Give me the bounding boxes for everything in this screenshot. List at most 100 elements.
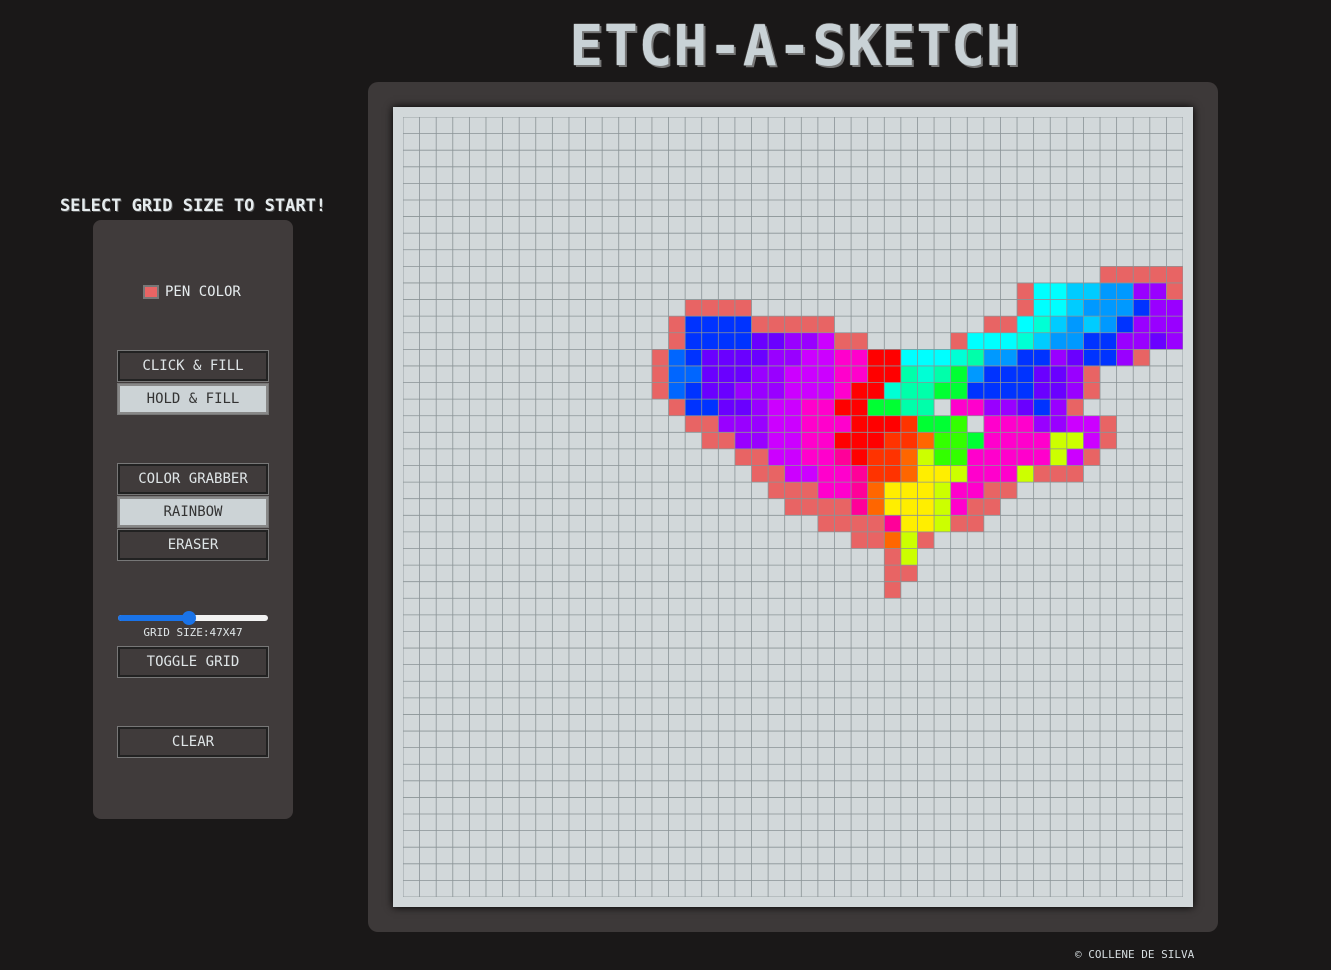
painted-cell [817,432,835,449]
painted-cell [768,448,785,466]
painted-cell [801,415,818,433]
painted-cell [950,349,968,366]
painted-cell [718,299,735,317]
painted-cell [1083,415,1101,433]
painted-cell [1066,448,1084,466]
painted-cell [1017,282,1034,300]
painted-cell [917,349,935,366]
painted-cell [1116,332,1134,350]
painted-cell [784,382,802,400]
painted-cell [884,581,901,599]
painted-cell [651,365,669,383]
painted-cell [1033,432,1051,449]
painted-cell [718,382,735,400]
painted-cell [851,382,868,400]
painted-cell [751,349,769,366]
painted-cell [701,299,719,317]
painted-cell [1050,282,1067,300]
painted-cell [1000,349,1018,366]
painted-cell [1017,349,1034,366]
painted-cell [983,498,1001,516]
painted-cell [751,415,769,433]
app-title: ETCH-A-SKETCH [569,14,1021,79]
painted-cell [917,382,935,400]
grid-size-slider[interactable] [118,611,268,625]
painted-cell [900,448,918,466]
painted-cell [718,399,735,416]
painted-cell [685,332,702,350]
painted-cell [967,349,984,366]
slider-thumb[interactable] [181,611,196,625]
painted-cell [1066,282,1084,300]
painted-cell [1133,266,1150,283]
painted-cell [1100,299,1117,317]
painted-cell [967,482,984,499]
painted-cell [701,349,719,366]
painted-cell [1100,415,1117,433]
eraser-button[interactable]: ERASER [117,529,269,561]
painted-cell [1066,365,1084,383]
painted-cell [867,365,885,383]
painted-cell [1149,316,1167,333]
painted-cell [834,399,852,416]
painted-cell [834,465,852,483]
painted-cell [1116,349,1134,366]
painted-cell [950,515,968,532]
painted-cell [1166,316,1183,333]
painted-cell [817,482,835,499]
click-fill-button[interactable]: CLICK & FILL [117,350,269,382]
painted-cell [917,432,935,449]
painted-cell [1066,432,1084,449]
painted-cell [1050,399,1067,416]
painted-cell [884,498,901,516]
painted-cell [1100,432,1117,449]
painted-cell [934,415,951,433]
painted-cell [900,415,918,433]
painted-cell [1066,332,1084,350]
painted-cell [685,349,702,366]
painted-cell [801,498,818,516]
painted-cell [718,365,735,383]
painted-cell [967,465,984,483]
painted-cell [817,448,835,466]
painted-cell [983,415,1001,433]
painted-cell [917,498,935,516]
color-grabber-button[interactable]: COLOR GRABBER [117,463,269,495]
painted-cell [701,382,719,400]
painted-cell [734,365,752,383]
painted-cell [1033,282,1051,300]
sketch-board[interactable] [393,107,1193,907]
pen-color-control[interactable]: PEN COLOR [143,282,241,302]
pen-color-swatch[interactable] [143,285,159,299]
painted-cell [784,399,802,416]
painted-cell [1133,349,1150,366]
painted-cell [1017,432,1034,449]
painted-cell [1033,349,1051,366]
painted-cell [1083,349,1101,366]
painted-cell [834,415,852,433]
painted-cell [668,365,686,383]
painted-cell [1033,465,1051,483]
painted-cell [900,548,918,566]
painted-cell [834,515,852,532]
painted-cell [917,415,935,433]
painted-cell [1017,365,1034,383]
painted-cell [1050,316,1067,333]
painted-cell [1083,299,1101,317]
painted-cell [1033,365,1051,383]
painted-cell [768,432,785,449]
hold-fill-button[interactable]: HOLD & FILL [117,383,269,415]
sketch-grid[interactable] [403,117,1183,897]
painted-cell [701,432,719,449]
clear-button[interactable]: CLEAR [117,726,269,758]
painted-cell [950,498,968,516]
painted-cell [1000,332,1018,350]
painted-cell [917,482,935,499]
rainbow-button[interactable]: RAINBOW [117,496,269,528]
painted-cell [1083,316,1101,333]
toggle-grid-button[interactable]: TOGGLE GRID [117,646,269,678]
painted-cell [784,316,802,333]
select-grid-prompt: SELECT GRID SIZE TO START! [59,196,327,216]
painted-cell [884,482,901,499]
painted-cell [934,382,951,400]
